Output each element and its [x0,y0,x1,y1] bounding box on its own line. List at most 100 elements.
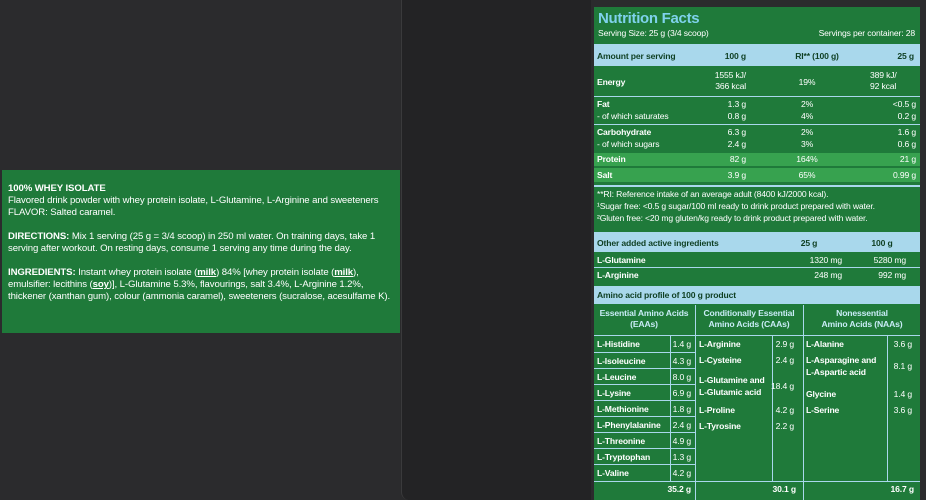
sugars-25g: 0.6 g [897,139,917,149]
salt-ri: 65% [798,170,816,180]
middle-panel [401,0,591,500]
glutamine-25g: 1320 mg [809,255,843,265]
eaa-total: 35.2 g [667,484,692,494]
caa-tyrosine-name: L-Tyrosine [699,421,741,431]
header-25g: 25 g [897,51,914,61]
naa-row: Glycine 1.4 g [594,385,920,401]
ingredients-text: Instant whey protein isolate ( [75,267,198,278]
product-summary: Flavored drink powder with whey protein … [8,195,379,206]
eaa-header-2: (EAAs) [630,319,658,329]
ingredients-line-2: emulsifier: lecithins (soy)], L-Glutamin… [8,279,394,291]
nutrition-facts: Nutrition Facts Serving Size: 25 g (3/4 … [594,7,920,500]
footnote-ri: **RI: Reference intake of an average adu… [597,189,829,199]
footnote-sugar: ¹Sugar free: <0.5 g sugar/100 ml ready t… [597,201,875,211]
sugars-ri: 3% [800,139,814,149]
eaa-name: L-Threonine [597,436,645,446]
eaa-name: L-Valine [597,468,629,478]
saturates-25g: 0.2 g [897,111,917,121]
naa-header-2: Amino Acids (NAAs) [821,319,903,329]
energy-row: Energy 1555 kJ/ 366 kcal 19% 389 kJ/ 92 … [594,67,920,97]
serving-size: Serving Size: 25 g (3/4 scoop) [598,28,709,38]
product-title: 100% WHEY ISOLATE [8,183,106,194]
ingredients-text: ), [353,267,359,278]
glutamine-label: L-Glutamine [597,255,646,265]
carbohydrate-ri: 2% [800,127,814,137]
energy-label: Energy [597,77,626,87]
directions-label: DIRECTIONS: [8,231,70,242]
amino-profile-header: Amino acid profile of 100 g product [594,286,920,304]
eaa-value: 4.2 g [672,468,692,478]
product-flavor: FLAVOR: Salted caramel. [8,207,116,218]
sugars-100g: 2.4 g [727,139,747,149]
glutamine-100g: 5280 mg [873,255,907,265]
ingredients-line-3: thickener (xanthan gum), colour (ammonia… [8,291,391,302]
energy-ri: 19% [798,77,816,87]
protein-row: Protein 82 g 164% 21 g [594,153,920,166]
ingredients-text: ) 84% [whey protein isolate ( [216,267,335,278]
eaa-value: 4.9 g [672,436,692,446]
energy-25g-kcal: 92 kcal [870,81,897,91]
naa-asparagine-value: 8.1 g [893,361,913,371]
arginine-100g: 992 mg [878,270,906,280]
naa-header-1: Nonessential [836,308,888,318]
servings-per-container: Servings per container: 28 [818,28,916,38]
eaa-value: 1.3 g [672,452,692,462]
eaa-row: L-Threonine 4.9 g [594,432,695,448]
fat-label: Fat [597,99,610,109]
directions-text-1: Mix 1 serving (25 g = 3/4 scoop) in 250 … [69,231,376,242]
salt-row: Salt 3.9 g 65% 0.99 g [594,168,920,182]
ingredients: INGREDIENTS: Instant whey protein isolat… [8,267,394,279]
caa-header-1: Conditionally Essential [703,308,795,318]
naa-row: L-Serine 3.6 g [594,401,920,417]
protein-label: Protein [597,154,626,164]
fat-100g: 1.3 g [727,99,747,109]
arginine-25g: 248 mg [814,270,842,280]
arginine-row: L-Arginine 248 mg 992 mg [594,267,920,283]
ingredients-text: )], L-Glutamine 5.3%, flavourings, salt … [108,279,364,290]
eaa-name: L-Tryptophan [597,452,651,462]
glutamine-row: L-Glutamine 1320 mg 5280 mg [594,254,920,267]
sugars-label: - of which sugars [597,139,660,149]
saturates-label: - of which saturates [597,111,669,121]
salt-100g: 3.9 g [727,170,747,180]
ingredients-label: INGREDIENTS: [8,267,76,278]
footnote-gluten: ²Gluten free: <20 mg gluten/kg ready to … [597,213,868,223]
header-label: Amount per serving [597,51,676,61]
footnotes: **RI: Reference intake of an average adu… [594,185,920,229]
allergen-milk: milk [334,267,354,278]
directions: DIRECTIONS: Mix 1 serving (25 g = 3/4 sc… [8,231,394,243]
caa-header-2: Amino Acids (CAAs) [708,319,790,329]
caa-tyrosine-value: 2.2 g [775,421,795,431]
saturates-100g: 0.8 g [727,111,747,121]
other-25g-header: 25 g [800,238,818,248]
salt-label: Salt [597,170,613,180]
energy-25g-kj: 389 kJ/ [870,70,897,80]
naa-glycine-name: Glycine [806,389,836,399]
other-100g-header: 100 g [871,238,893,248]
carbohydrate-label: Carbohydrate [597,127,652,137]
fat-25g: <0.5 g [892,99,916,109]
protein-100g: 82 g [729,154,746,164]
header-ri: RI** (100 g) [795,51,839,61]
allergen-milk: milk [197,267,217,278]
naa-total: 16.7 g [890,484,915,494]
eaa-row: L-Valine 4.2 g [594,464,695,480]
naa-row: L-Alanine 3.6 g [594,336,920,352]
carbohydrate-row: Carbohydrate 6.3 g 2% 1.6 g - of which s… [594,124,920,151]
other-ingredients-header: Other added active ingredients 25 g 100 … [594,232,920,252]
salt-25g: 0.99 g [893,170,916,180]
caa-total: 30.1 g [772,484,797,494]
product-description: 100% WHEY ISOLATE Flavored drink powder … [2,170,400,333]
eaa-row: L-Tryptophan 1.3 g [594,448,695,464]
amino-profile-title: Amino acid profile of 100 g product [597,290,736,300]
carbohydrate-100g: 6.3 g [727,127,747,137]
carbohydrate-25g: 1.6 g [897,127,917,137]
ingredients-text: emulsifier: lecithins ( [8,279,93,290]
energy-100g-kj: 1555 kJ/ [714,70,746,80]
energy-100g-kcal: 366 kcal [715,81,746,91]
fat-ri: 2% [800,99,814,109]
nutrition-title: Nutrition Facts [598,10,700,27]
naa-serine-value: 3.6 g [893,405,913,415]
saturates-ri: 4% [800,111,814,121]
naa-glycine-value: 1.4 g [893,389,913,399]
